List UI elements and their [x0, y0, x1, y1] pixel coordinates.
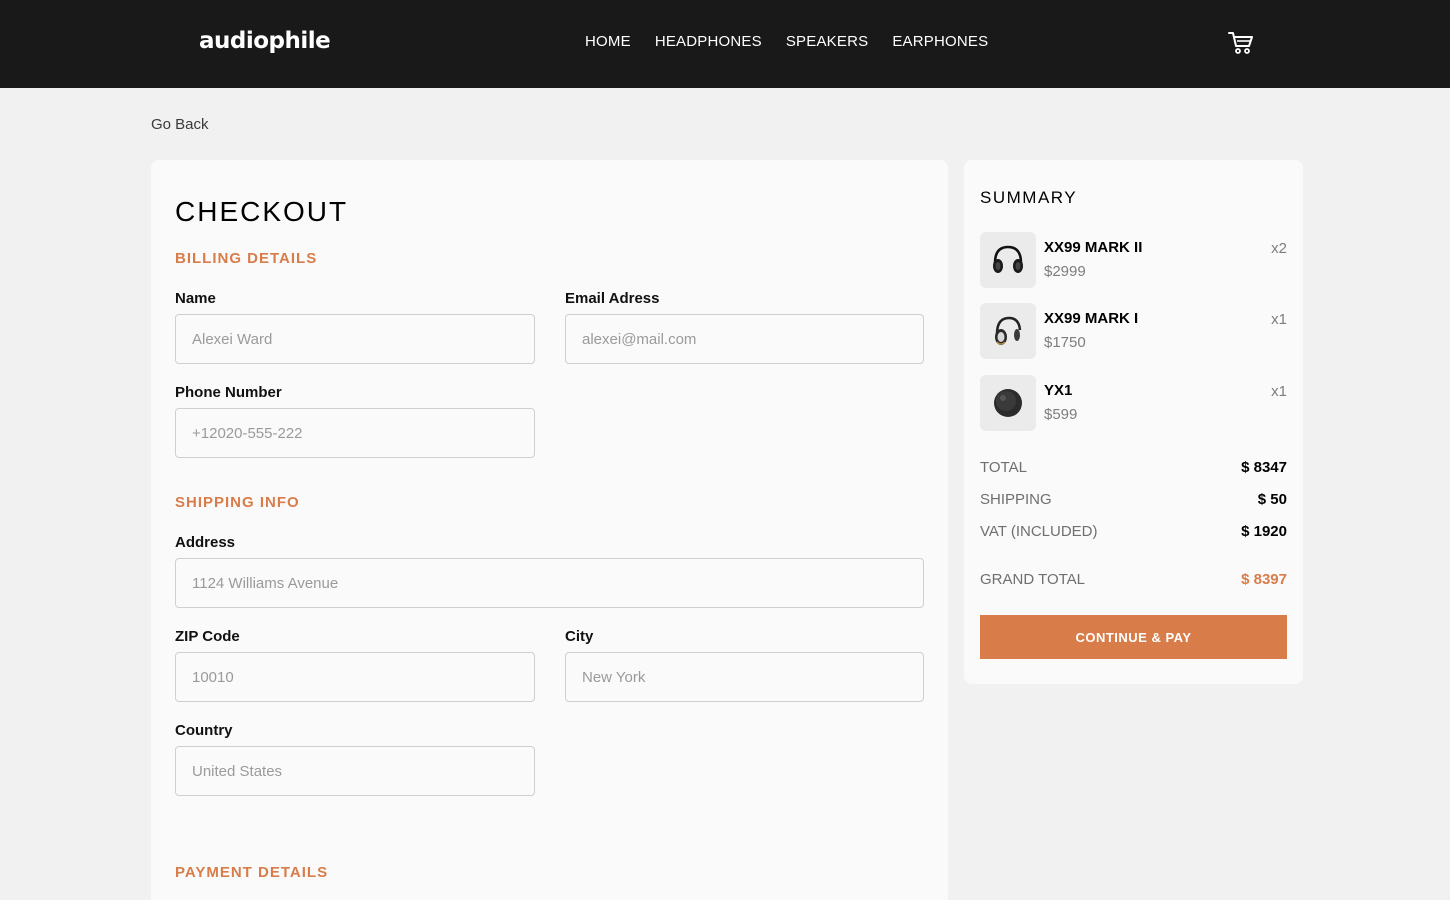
earphones-icon	[980, 375, 1036, 431]
name-label: Name	[175, 290, 216, 307]
shipping-value: $ 50	[1257, 491, 1287, 508]
order-summary: SUMMARY XX99 MARK II $2999 x2 XX99 MARK …	[964, 160, 1303, 684]
continue-and-pay-button[interactable]: CONTINUE & PAY	[980, 615, 1287, 659]
phone-field[interactable]	[175, 408, 535, 458]
headphones-icon	[980, 232, 1036, 288]
main-nav: HOME HEADPHONES SPEAKERS EARPHONES	[585, 33, 988, 50]
billing-details-heading: BILLING DETAILS	[175, 250, 318, 267]
item-price: $1750	[1044, 334, 1086, 351]
nav-headphones[interactable]: HEADPHONES	[655, 33, 762, 50]
grand-total-value: $ 8397	[1241, 571, 1287, 588]
summary-item: XX99 MARK II $2999 x2	[980, 232, 1287, 288]
go-back-link[interactable]: Go Back	[151, 116, 209, 133]
checkout-form: CHECKOUT BILLING DETAILS Name Email Adre…	[151, 160, 948, 900]
city-field[interactable]	[565, 652, 924, 702]
total-row: TOTAL $ 8347	[980, 459, 1287, 476]
email-field[interactable]	[565, 314, 924, 364]
country-field[interactable]	[175, 746, 535, 796]
item-price: $599	[1044, 406, 1078, 423]
headphones-icon	[980, 303, 1036, 359]
vat-row: VAT (INCLUDED) $ 1920	[980, 523, 1287, 540]
shipping-info-heading: SHIPPING INFO	[175, 494, 300, 511]
total-label: TOTAL	[980, 459, 1027, 476]
vat-label: VAT (INCLUDED)	[980, 523, 1098, 540]
zip-label: ZIP Code	[175, 628, 240, 645]
zip-field[interactable]	[175, 652, 535, 702]
item-quantity: x1	[1271, 311, 1287, 328]
nav-home[interactable]: HOME	[585, 33, 631, 50]
address-label: Address	[175, 534, 236, 551]
page-title: CHECKOUT	[175, 196, 349, 227]
total-value: $ 8347	[1241, 459, 1287, 476]
address-field[interactable]	[175, 558, 924, 608]
logo[interactable]: audiophile	[199, 28, 331, 54]
city-label: City	[565, 628, 594, 645]
vat-value: $ 1920	[1241, 523, 1287, 540]
item-quantity: x2	[1271, 240, 1287, 257]
phone-label: Phone Number	[175, 384, 282, 401]
grand-total-row: GRAND TOTAL $ 8397	[980, 571, 1287, 588]
payment-details-heading: PAYMENT DETAILS	[175, 864, 329, 881]
item-name: YX1	[1044, 382, 1073, 399]
nav-speakers[interactable]: SPEAKERS	[786, 33, 868, 50]
country-label: Country	[175, 722, 233, 739]
shipping-label: SHIPPING	[980, 491, 1052, 508]
item-name: XX99 MARK I	[1044, 310, 1139, 327]
summary-item: XX99 MARK I $1750 x1	[980, 303, 1287, 359]
item-name: XX99 MARK II	[1044, 239, 1143, 256]
name-field[interactable]	[175, 314, 535, 364]
site-header: audiophile HOME HEADPHONES SPEAKERS EARP…	[0, 0, 1450, 88]
email-label: Email Adress	[565, 290, 660, 307]
shipping-row: SHIPPING $ 50	[980, 491, 1287, 508]
nav-earphones[interactable]: EARPHONES	[892, 33, 988, 50]
item-quantity: x1	[1271, 383, 1287, 400]
item-price: $2999	[1044, 263, 1086, 280]
summary-title: SUMMARY	[980, 188, 1078, 207]
cart-icon[interactable]	[1228, 30, 1254, 56]
grand-total-label: GRAND TOTAL	[980, 571, 1086, 588]
summary-item: YX1 $599 x1	[980, 375, 1287, 431]
